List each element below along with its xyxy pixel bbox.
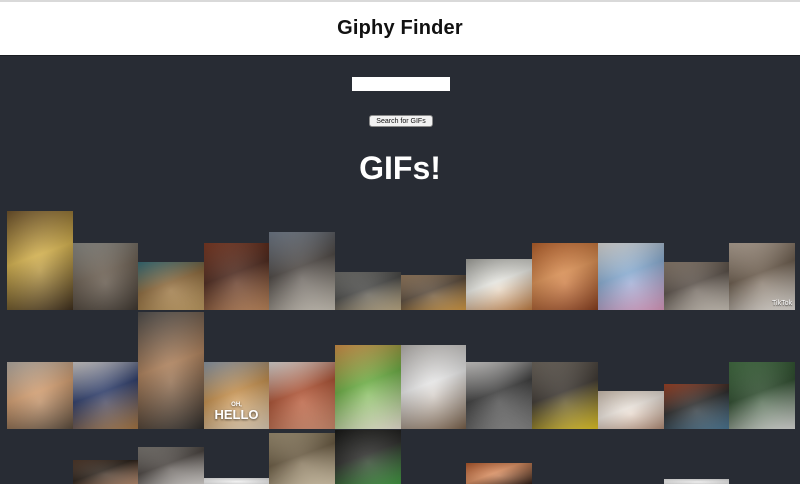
gif-image	[664, 262, 729, 310]
gif-image	[335, 430, 401, 484]
gif-puppies-treats[interactable]	[335, 345, 401, 429]
gif-dog-bed-sheets[interactable]	[73, 362, 138, 429]
app-header: Giphy Finder	[0, 2, 800, 56]
gif-white-partial[interactable]	[664, 479, 729, 484]
gif-image	[269, 433, 335, 484]
gif-image	[532, 362, 598, 429]
gif-man-playing-dog[interactable]	[269, 232, 335, 310]
gif-dog-yard[interactable]	[335, 272, 401, 310]
gif-dogs-car-trunk[interactable]	[138, 312, 204, 429]
gif-cartoon-bed[interactable]	[598, 243, 664, 310]
gif-image	[138, 312, 204, 429]
gif-caption: OH, HELLO	[204, 402, 269, 421]
gif-image	[598, 391, 664, 429]
app-title: Giphy Finder	[337, 17, 463, 39]
results-title: GIFs!	[359, 150, 441, 186]
gif-puppy-floor[interactable]	[598, 391, 664, 429]
gif-dog-bowl[interactable]	[729, 362, 795, 429]
gif-orange-room[interactable]	[466, 463, 532, 484]
gif-image	[204, 243, 269, 310]
gif-puppy-hallway[interactable]	[532, 243, 598, 310]
gif-image	[664, 384, 729, 429]
gif-dog-couch[interactable]	[664, 262, 729, 310]
gif-puppy-pile[interactable]	[269, 433, 335, 484]
gif-image	[73, 362, 138, 429]
gif-image	[466, 362, 532, 429]
gif-image	[401, 345, 466, 429]
gif-image	[335, 345, 401, 429]
gif-image	[466, 259, 532, 310]
gif-image	[73, 243, 138, 310]
gif-image	[401, 275, 466, 310]
gif-dog-dark[interactable]	[335, 430, 401, 484]
gif-husky-puppy[interactable]	[466, 362, 532, 429]
search-button[interactable]: Search for GIFs	[369, 115, 433, 127]
gif-three-goldens[interactable]	[138, 262, 204, 310]
gif-image	[7, 362, 73, 429]
gif-image	[269, 232, 335, 310]
gif-caption-big: HELLO	[214, 407, 259, 422]
gif-dogs-snow[interactable]	[401, 345, 466, 429]
gif-image	[138, 447, 204, 484]
gif-image	[269, 362, 335, 429]
gif-dog-lying[interactable]	[401, 275, 466, 310]
gif-image	[532, 243, 598, 310]
gif-dog-kitchen[interactable]	[204, 243, 269, 310]
gif-dog-rug[interactable]	[664, 384, 729, 429]
gif-dog-standing[interactable]	[73, 243, 138, 310]
gif-puppy-small[interactable]	[73, 460, 138, 484]
gif-dog-yellow-toy[interactable]	[532, 362, 598, 429]
gif-pugs-basket[interactable]	[7, 362, 73, 429]
gif-image	[138, 262, 204, 310]
gif-image	[729, 362, 795, 429]
gif-oh-hello-dog[interactable]: OH, HELLO	[204, 362, 269, 429]
gif-watermark: TikTok	[772, 300, 792, 307]
gif-hands-puppy[interactable]	[269, 362, 335, 429]
gif-image	[7, 211, 73, 310]
gif-image	[598, 243, 664, 310]
gif-image	[466, 463, 532, 484]
gif-image	[73, 460, 138, 484]
gif-frenchie-mask[interactable]: TikTok	[729, 243, 795, 310]
search-input[interactable]	[352, 77, 450, 91]
gif-husky-door[interactable]	[138, 447, 204, 484]
gif-image	[204, 478, 269, 484]
gif-dogs-hard-hats[interactable]	[7, 211, 73, 310]
gif-dachshund-run[interactable]	[466, 259, 532, 310]
gif-image	[335, 272, 401, 310]
gif-image	[664, 479, 729, 484]
gif-blank-white[interactable]	[204, 478, 269, 484]
